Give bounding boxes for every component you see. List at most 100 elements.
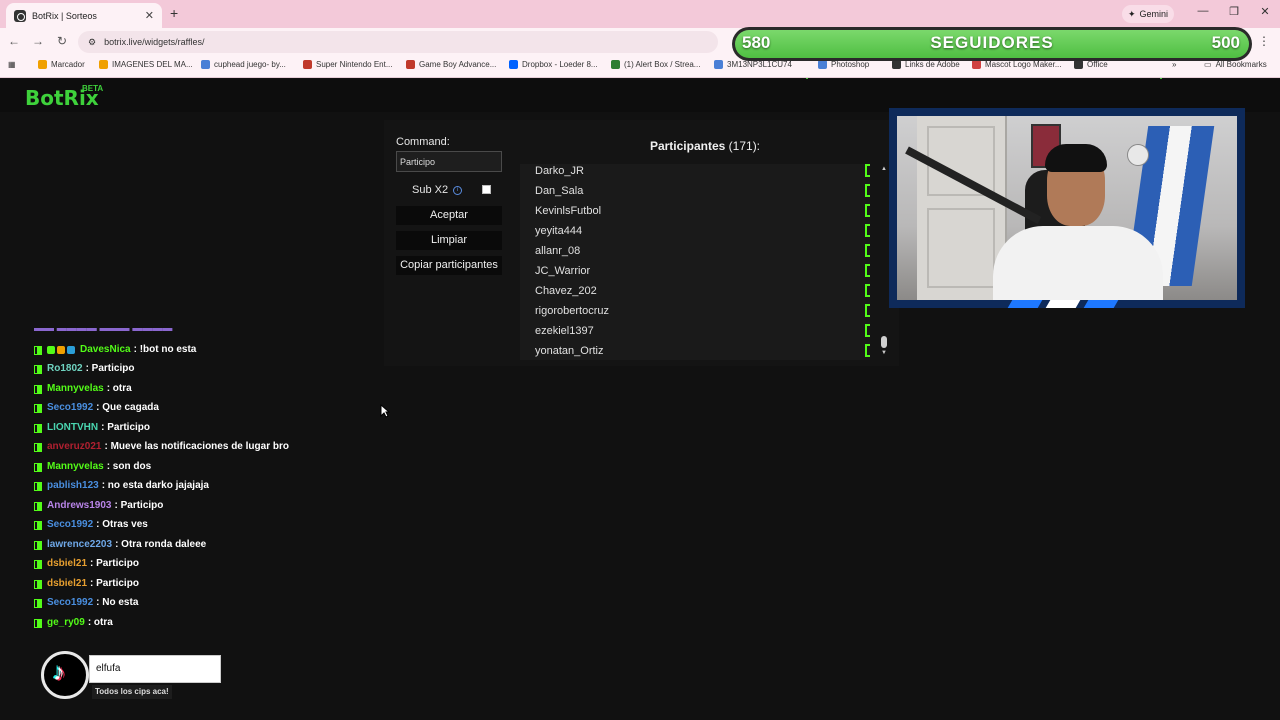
kick-badge-icon	[34, 618, 42, 628]
chat-message: Ro1802: Participo	[34, 360, 134, 378]
scroll-down-icon[interactable]: ▼	[881, 350, 887, 356]
bookmark-item[interactable]: (1) Alert Box / Strea...	[611, 60, 700, 69]
chat-username[interactable]: Ro1802	[47, 362, 83, 376]
participant-row: JC_Warrior	[535, 264, 870, 284]
frame-stripe	[1007, 300, 1043, 308]
chat-message: Seco1992: Otras ves	[34, 516, 148, 534]
chat-username[interactable]: Mannyvelas	[47, 382, 104, 396]
reload-icon[interactable]: ↻	[54, 34, 70, 48]
maximize-icon[interactable]: ❐	[1224, 5, 1244, 18]
chat-message: LIONTVHN: Participo	[34, 419, 150, 437]
participant-name: Darko_JR	[535, 165, 584, 177]
chat-username[interactable]: pablish123	[47, 479, 99, 493]
chat-message: Mannyvelas: otra	[34, 380, 132, 398]
chat-username[interactable]: ge_ry09	[47, 616, 85, 630]
gemini-label: Gemini	[1139, 9, 1169, 19]
chat-text: : Otras ves	[96, 519, 148, 530]
kick-badge-icon	[34, 501, 42, 511]
minimize-icon[interactable]: —	[1193, 5, 1213, 17]
bookmark-item[interactable]: Photoshop	[818, 60, 869, 69]
command-label: Command:	[396, 136, 450, 148]
site-info-icon[interactable]: ⚙	[88, 37, 96, 48]
info-icon[interactable]: i	[453, 185, 463, 195]
beta-badge: BETA	[82, 84, 104, 93]
forward-icon[interactable]: →	[30, 34, 46, 48]
chat-text: : son dos	[106, 461, 152, 472]
chat-username[interactable]: anveruz021	[47, 440, 101, 454]
accept-button[interactable]: Aceptar	[396, 206, 502, 225]
clear-button[interactable]: Limpiar	[396, 231, 502, 250]
chat-username[interactable]: lawrence2203	[47, 538, 112, 552]
chat-username[interactable]: Seco1992	[47, 401, 93, 415]
bookmark-item[interactable]: Office	[1074, 60, 1108, 69]
chat-message: Seco1992: No esta	[34, 594, 138, 612]
kick-icon	[865, 304, 870, 317]
chat-message: pablish123: no esta darko jajajaja	[34, 477, 209, 495]
bookmark-item[interactable]: Mascot Logo Maker...	[972, 60, 1061, 69]
chat-badge-icon	[47, 346, 55, 354]
chat-text: : otra	[106, 383, 132, 394]
bookmark-item[interactable]: Game Boy Advance...	[406, 60, 496, 69]
sub-x2-checkbox[interactable]	[482, 185, 491, 194]
kick-icon	[865, 324, 870, 337]
participant-name: Chavez_202	[535, 285, 597, 297]
address-bar[interactable]: ⚙ botrix.live/widgets/raffles/	[78, 31, 718, 53]
kick-badge-icon	[34, 559, 42, 569]
copy-participants-button[interactable]: Copiar participantes	[396, 256, 502, 275]
chat-username[interactable]: Mannyvelas	[47, 460, 104, 474]
chat-text: : !bot no esta	[133, 344, 197, 355]
mouse-cursor-icon	[380, 404, 390, 418]
participants-scrollbar[interactable]: ▲ ▼	[880, 164, 889, 360]
new-tab-button[interactable]: +	[170, 5, 178, 21]
menu-kebab-icon[interactable]: ⋮	[1258, 34, 1270, 48]
participant-row: yeyita444	[535, 224, 870, 244]
kick-badge-icon	[34, 540, 42, 550]
bookmark-item[interactable]: cuphead juego- by...	[201, 60, 286, 69]
kick-icon	[865, 224, 870, 237]
followers-label: SEGUIDORES	[930, 33, 1054, 52]
bookmark-item[interactable]: 3M13NP3L1CU74	[714, 60, 792, 69]
command-input[interactable]	[396, 151, 502, 172]
scroll-up-icon[interactable]: ▲	[881, 166, 887, 172]
kick-badge-icon	[34, 403, 42, 413]
folder-icon: ▭	[1204, 60, 1212, 69]
participants-count: (171):	[728, 139, 761, 153]
sub-x2-row: Sub X2 i	[412, 184, 463, 196]
participant-row: KevinlsFutbol	[535, 204, 870, 224]
kick-badge-icon	[34, 364, 42, 374]
bookmark-item[interactable]: IMAGENES DEL MA...	[99, 60, 193, 69]
gemini-button[interactable]: ✦ Gemini	[1122, 5, 1175, 23]
participants-label: Participantes	[649, 139, 726, 153]
ball	[1127, 144, 1149, 166]
more-bookmarks-icon[interactable]: »	[1172, 60, 1176, 69]
participant-row: ezekiel1397	[535, 324, 870, 344]
bookmark-item[interactable]: Links de Adobe	[892, 60, 960, 69]
bookmark-item[interactable]: Dropbox - Loeder 8...	[509, 60, 598, 69]
chat-username[interactable]: Seco1992	[47, 596, 93, 610]
chat-username[interactable]: DavesNica	[80, 343, 131, 357]
participants-list[interactable]: Darko_JR Dan_Sala KevinlsFutbol yeyita44…	[520, 164, 870, 360]
browser-tab[interactable]: BotRix | Sorteos ✕	[6, 3, 162, 28]
tiktok-logo-icon: ♪	[53, 659, 65, 686]
participant-name: rigorobertocruz	[535, 305, 609, 317]
chat-message: Mannyvelas: son dos	[34, 458, 151, 476]
bookmark-item[interactable]: Super Nintendo Ent...	[303, 60, 393, 69]
chat-text: : No esta	[96, 597, 139, 608]
chat-username[interactable]: LIONTVHN	[47, 421, 98, 435]
bookmark-favicon-icon	[972, 60, 981, 69]
kick-icon	[865, 204, 870, 217]
chat-message: DavesNica: !bot no esta	[34, 341, 196, 359]
chat-message: ge_ry09: otra	[34, 614, 113, 632]
bookmark-item[interactable]: Marcador	[38, 60, 85, 69]
scroll-thumb[interactable]	[881, 336, 887, 348]
back-icon[interactable]: ←	[6, 34, 22, 48]
tab-close-icon[interactable]: ✕	[145, 9, 154, 22]
chat-username[interactable]: dsbiel21	[47, 577, 87, 591]
all-bookmarks[interactable]: ▭ All Bookmarks	[1204, 60, 1267, 69]
chat-username[interactable]: dsbiel21	[47, 557, 87, 571]
window-close-icon[interactable]: ✕	[1255, 5, 1275, 18]
chat-username[interactable]: Seco1992	[47, 518, 93, 532]
chat-username[interactable]: Andrews1903	[47, 499, 111, 513]
apps-grid-icon[interactable]: ▦	[8, 60, 16, 69]
chat-text: : no esta darko jajajaja	[101, 480, 209, 491]
